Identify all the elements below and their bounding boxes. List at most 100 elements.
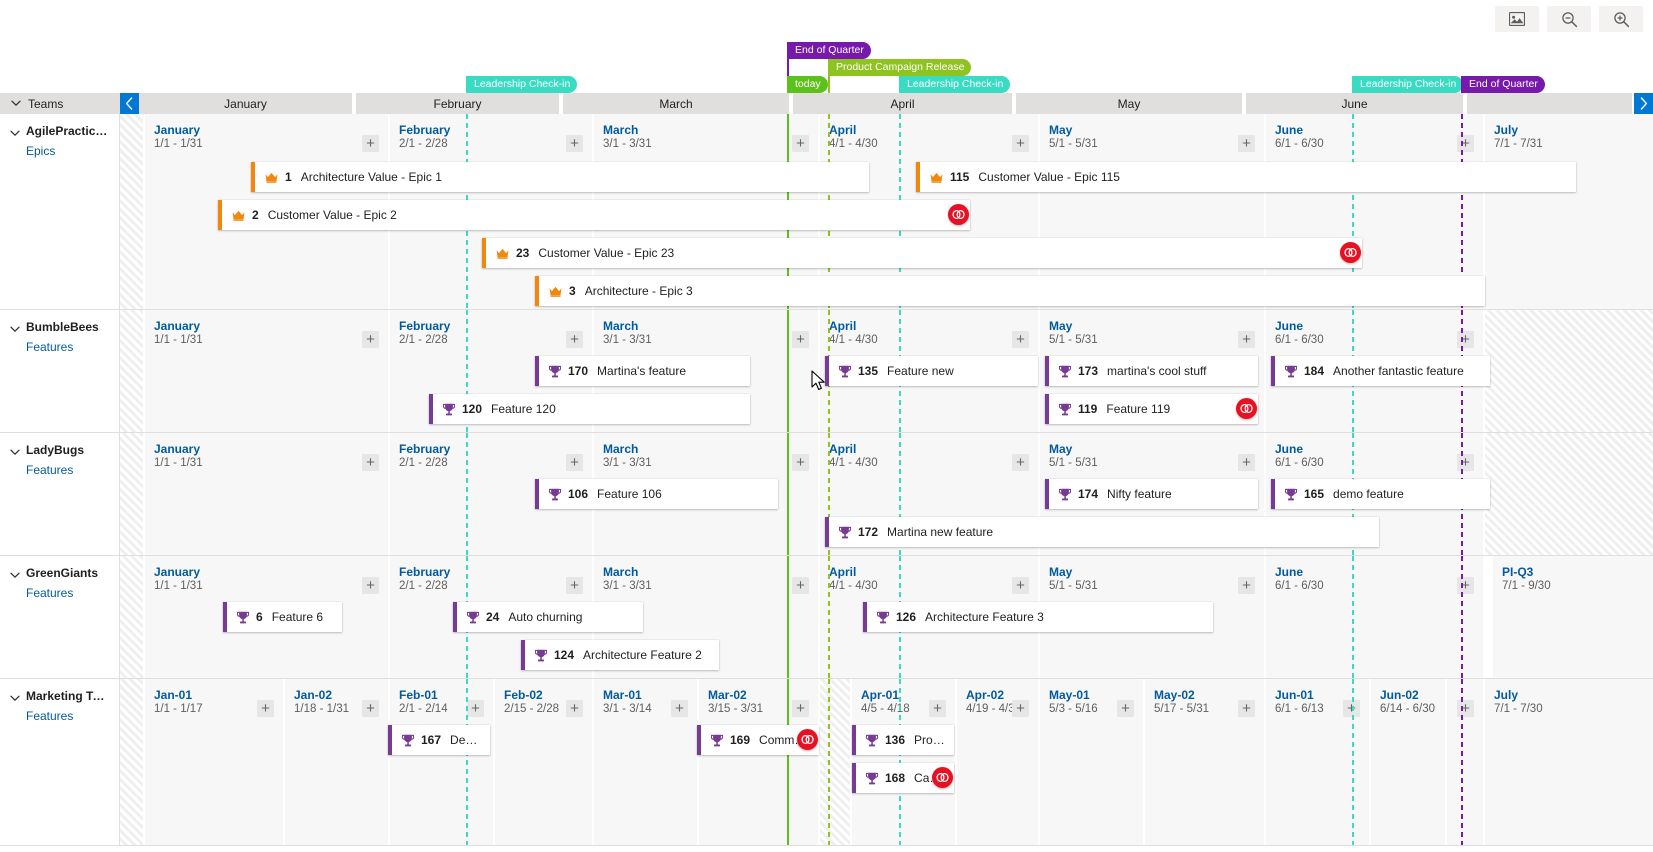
iteration-cell[interactable]: Apr-02 4/19 - 4/30 + — [957, 679, 1040, 845]
backlog-level-link[interactable]: Features — [26, 586, 119, 600]
epic-card[interactable]: 115 Customer Value - Epic 115 — [916, 162, 1576, 192]
milestone-marker[interactable]: Leadership Check-in — [899, 76, 1011, 93]
iteration-cell[interactable]: June 6/1 - 6/30 + — [1266, 556, 1485, 678]
add-item-button[interactable]: + — [1238, 700, 1255, 717]
iteration-cell[interactable]: Mar-02 3/15 - 3/31 + — [699, 679, 820, 845]
add-item-button[interactable]: + — [566, 454, 583, 471]
iteration-cell[interactable]: Mar-01 3/1 - 3/14 + — [594, 679, 699, 845]
feature-card[interactable]: 173 martina's cool stuff — [1045, 356, 1258, 386]
feature-card[interactable]: 120 Feature 120 — [429, 394, 750, 424]
team-name-toggle[interactable]: AgilePractices T... — [10, 124, 119, 140]
iteration-cell[interactable]: January 1/1 - 1/31 + — [145, 310, 390, 432]
iteration-cell[interactable]: Jan-01 1/1 - 1/17 + — [145, 679, 285, 845]
add-item-button[interactable]: + — [362, 700, 379, 717]
feature-card[interactable]: 174 Nifty feature — [1045, 479, 1258, 509]
add-item-button[interactable]: + — [1117, 700, 1134, 717]
add-item-button[interactable]: + — [362, 454, 379, 471]
iteration-cell[interactable]: July 7/1 - 7/30 — [1485, 679, 1653, 845]
iteration-cell[interactable] — [1485, 433, 1653, 555]
team-collapse-icon[interactable] — [10, 322, 20, 336]
team-collapse-icon[interactable] — [10, 568, 20, 582]
add-item-button[interactable]: + — [1457, 454, 1474, 471]
add-item-button[interactable]: + — [792, 700, 809, 717]
iteration-cell[interactable]: Apr-01 4/5 - 4/18 + — [852, 679, 957, 845]
feature-card[interactable]: 6 Feature 6 — [223, 602, 342, 632]
add-item-button[interactable]: + — [1012, 331, 1029, 348]
feature-card[interactable]: 124 Architecture Feature 2 — [521, 640, 719, 670]
iteration-cell[interactable] — [1485, 310, 1653, 432]
team-name-toggle[interactable]: LadyBugs — [10, 443, 119, 459]
add-item-button[interactable]: + — [1238, 135, 1255, 152]
scroll-right-button[interactable] — [1634, 93, 1653, 114]
iteration-cell[interactable]: Jan-02 1/18 - 1/31 + — [285, 679, 390, 845]
feature-card[interactable]: 167 Develo... — [388, 725, 490, 755]
iteration-cell[interactable]: Feb-01 2/1 - 2/14 + — [390, 679, 495, 845]
add-item-button[interactable]: + — [1457, 331, 1474, 348]
team-collapse-icon[interactable] — [10, 126, 20, 140]
plan-grid[interactable]: AgilePractices T... Epics January1/1 - 1/3… — [0, 114, 1653, 852]
epic-card[interactable]: 1 Architecture Value - Epic 1 — [251, 162, 869, 192]
team-collapse-icon[interactable] — [10, 691, 20, 705]
add-item-button[interactable]: + — [792, 577, 809, 594]
epic-card[interactable]: 2 Customer Value - Epic 2 — [218, 200, 970, 230]
team-name-toggle[interactable]: Marketing Team — [10, 689, 119, 705]
add-item-button[interactable]: + — [671, 700, 688, 717]
milestone-marker[interactable]: End of Quarter — [787, 42, 871, 93]
add-item-button[interactable]: + — [362, 331, 379, 348]
add-item-button[interactable]: + — [1238, 577, 1255, 594]
zoom-in-button[interactable] — [1599, 6, 1643, 32]
zoom-out-button[interactable] — [1547, 6, 1591, 32]
feature-card[interactable]: 165 demo feature — [1271, 479, 1490, 509]
add-item-button[interactable]: + — [929, 700, 946, 717]
backlog-level-link[interactable]: Features — [26, 463, 119, 477]
iteration-cell[interactable]: May-02 5/17 - 5/31 + — [1145, 679, 1266, 845]
iteration-cell[interactable]: Feb-02 2/15 - 2/28 + — [495, 679, 594, 845]
add-item-button[interactable]: + — [1012, 135, 1029, 152]
dependency-badge[interactable] — [932, 767, 953, 788]
iteration-cell[interactable]: May-01 5/3 - 5/16 + — [1040, 679, 1145, 845]
add-item-button[interactable]: + — [792, 135, 809, 152]
milestone-marker[interactable]: Leadership Check-in — [466, 76, 578, 93]
feature-card[interactable]: 136 Produc... — [852, 725, 954, 755]
feature-card[interactable]: 168Campa... — [852, 763, 954, 793]
dependency-badge[interactable] — [1340, 242, 1361, 263]
teams-header[interactable]: Teams — [0, 93, 120, 114]
team-name-toggle[interactable]: GreenGiants — [10, 566, 119, 582]
feature-card[interactable]: 172 Martina new feature — [825, 517, 1379, 547]
add-item-button[interactable]: + — [1012, 577, 1029, 594]
add-item-button[interactable]: + — [1238, 454, 1255, 471]
add-item-button[interactable]: + — [1012, 454, 1029, 471]
iteration-cell[interactable]: July 7/1 - 7/31 — [1485, 114, 1653, 309]
team-name-toggle[interactable]: BumbleBees — [10, 320, 119, 336]
add-item-button[interactable]: + — [1238, 331, 1255, 348]
scroll-left-button[interactable] — [120, 93, 139, 114]
feature-card[interactable]: 24 Auto churning — [453, 602, 643, 632]
backlog-level-link[interactable]: Features — [26, 340, 119, 354]
iteration-cell[interactable]: January 1/1 - 1/31 + — [145, 433, 390, 555]
backlog-level-link[interactable]: Features — [26, 709, 119, 723]
add-item-button[interactable]: + — [566, 331, 583, 348]
feature-card[interactable]: 106 Feature 106 — [535, 479, 778, 509]
add-item-button[interactable]: + — [566, 135, 583, 152]
team-collapse-icon[interactable] — [10, 445, 20, 459]
iteration-cell[interactable]: Jun-02 6/14 - 6/30 + — [1371, 679, 1485, 845]
feature-card[interactable]: 119 Feature 119 — [1045, 394, 1258, 424]
add-item-button[interactable]: + — [792, 454, 809, 471]
fullscreen-button[interactable] — [1495, 6, 1539, 32]
backlog-level-link[interactable]: Epics — [26, 144, 119, 158]
add-item-button[interactable]: + — [1457, 700, 1474, 717]
add-item-button[interactable]: + — [257, 700, 274, 717]
feature-card[interactable]: 184 Another fantastic feature — [1271, 356, 1490, 386]
milestone-marker[interactable]: today — [787, 76, 828, 93]
add-item-button[interactable]: + — [566, 700, 583, 717]
add-item-button[interactable]: + — [467, 700, 484, 717]
feature-card[interactable]: 170 Martina's feature — [535, 356, 750, 386]
milestone-marker[interactable]: Leadership Check-in — [1352, 76, 1464, 93]
add-item-button[interactable]: + — [362, 577, 379, 594]
add-item-button[interactable]: + — [362, 135, 379, 152]
milestone-marker[interactable]: End of Quarter — [1461, 76, 1545, 93]
iteration-cell[interactable]: Jun-01 6/1 - 6/13 + — [1266, 679, 1371, 845]
milestone-marker[interactable]: Product Campaign Release — [828, 59, 972, 93]
dependency-badge[interactable] — [797, 729, 818, 750]
add-item-button[interactable]: + — [792, 331, 809, 348]
